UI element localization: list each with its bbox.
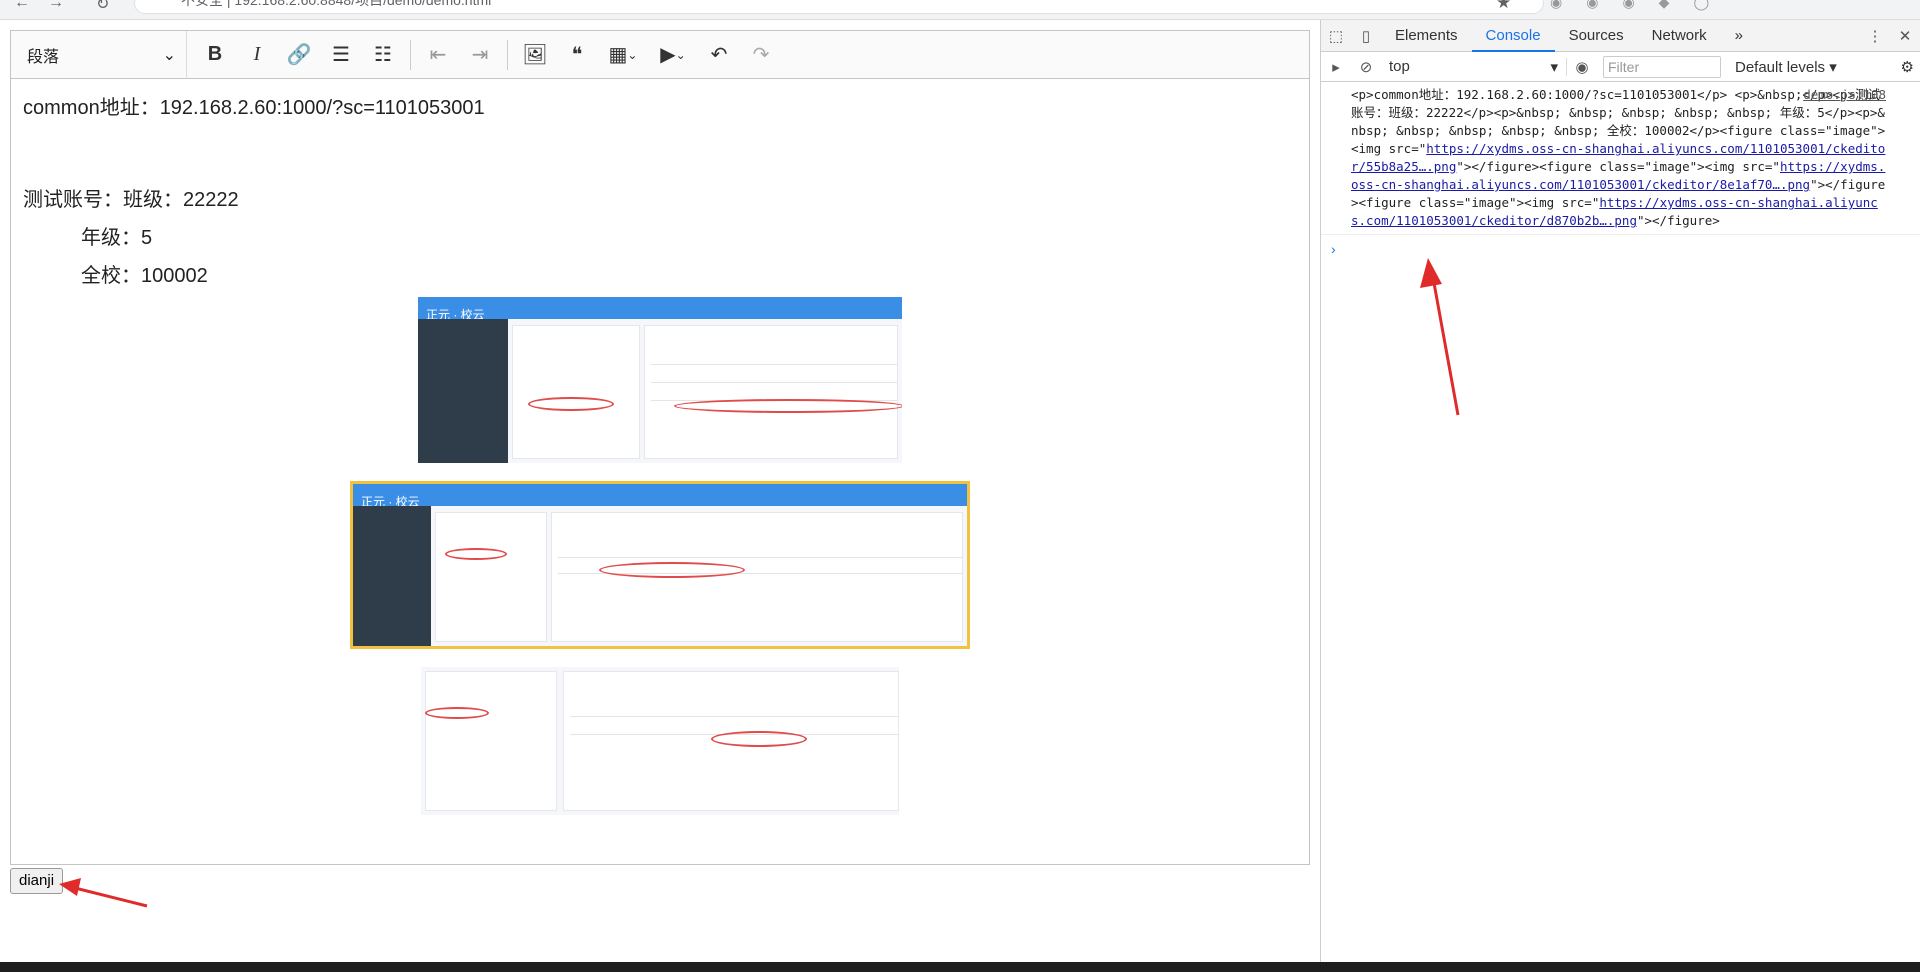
- outdent-button[interactable]: ⇤: [418, 35, 458, 75]
- console-filter-input[interactable]: Filter: [1603, 55, 1721, 78]
- annotation-oval: [425, 707, 489, 719]
- editor-content[interactable]: common地址：192.168.2.60:1000/?sc=110105300…: [11, 79, 1309, 829]
- dianji-button[interactable]: dianji: [10, 868, 64, 894]
- paragraph-school: 全校：100002: [81, 265, 208, 287]
- screenshot-table-panel: [551, 512, 963, 642]
- console-log-entry: demo.js:108 <p>common地址：192.168.2.60:100…: [1321, 82, 1920, 235]
- insert-table-button[interactable]: ▦ ⌄: [599, 35, 647, 75]
- media-icon: ▶: [660, 44, 676, 66]
- numbered-list-button[interactable]: ☷: [363, 35, 403, 75]
- settings-gear-icon[interactable]: ⚙: [1901, 58, 1914, 76]
- screenshot-table-panel: [644, 325, 898, 459]
- blockquote-button[interactable]: ❝: [557, 35, 597, 75]
- annotation-oval: [528, 397, 614, 411]
- log-text: "></figure>: [1636, 213, 1720, 228]
- link-button[interactable]: 🔗: [279, 35, 319, 75]
- rich-text-editor: 段落 ⌄ B I 🔗 ☰ ☷ ⇤ ⇥ 🖼 ❝ ▦ ⌄ ▶ ⌄ ↶ ↷ common地…: [10, 30, 1310, 865]
- os-taskbar: [0, 962, 1920, 972]
- indent-button[interactable]: ⇥: [460, 35, 500, 75]
- paragraph-grade: 年级：5: [81, 227, 153, 249]
- reload-icon[interactable]: ↻: [96, 0, 109, 14]
- figure-screenshot-3[interactable]: [421, 667, 899, 815]
- forward-icon[interactable]: →: [48, 0, 64, 12]
- screenshot-header: 正元 · 校云: [418, 297, 902, 322]
- empty-paragraph: [23, 139, 1297, 169]
- annotation-oval: [599, 562, 745, 578]
- chevron-down-icon: ⌄: [162, 46, 176, 64]
- kebab-menu-icon[interactable]: ⋮: [1860, 27, 1890, 45]
- context-label: top: [1389, 57, 1410, 75]
- clear-console-icon[interactable]: ⊘: [1351, 58, 1381, 76]
- toolbar-divider: [507, 39, 508, 70]
- profile-icon[interactable]: ◯: [1693, 0, 1709, 11]
- browser-toolbar: ← → ↻ 不安全 | 192.168.2.60:8848/项目/demo/de…: [0, 0, 1920, 20]
- table-icon: ▦: [608, 44, 628, 66]
- console-toolbar: ▸ ⊘ top ▾ ◉ Filter Default levels ▾ ⚙: [1321, 52, 1920, 82]
- extension-icon[interactable]: ◉: [1622, 0, 1634, 11]
- context-selector[interactable]: top ▾: [1381, 57, 1567, 76]
- redo-button[interactable]: ↷: [741, 35, 781, 75]
- screenshot-sidebar: [353, 506, 431, 646]
- tab-sources[interactable]: Sources: [1555, 20, 1638, 52]
- insert-image-button[interactable]: 🖼: [515, 35, 555, 75]
- extension-icon[interactable]: ◉: [1550, 0, 1562, 11]
- bulleted-list-button[interactable]: ☰: [321, 35, 361, 75]
- eye-icon[interactable]: ◉: [1567, 58, 1597, 76]
- log-source-link[interactable]: demo.js:108: [1803, 86, 1886, 104]
- screenshot-tree-panel: [512, 325, 640, 459]
- undo-button[interactable]: ↶: [699, 35, 739, 75]
- address-bar[interactable]: 不安全 | 192.168.2.60:8848/项目/demo/demo.htm…: [134, 0, 1544, 14]
- devtools-panel: ⬚ ▯ Elements Console Sources Network » ⋮…: [1320, 20, 1920, 972]
- inspect-element-icon[interactable]: ⬚: [1321, 27, 1351, 45]
- insert-media-button[interactable]: ▶ ⌄: [649, 35, 697, 75]
- bookmark-star-icon[interactable]: ★: [1496, 0, 1511, 13]
- paragraph-common-address: common地址：192.168.2.60:1000/?sc=110105300…: [23, 97, 485, 119]
- sidebar-toggle-icon[interactable]: ▸: [1321, 58, 1351, 76]
- annotation-oval: [711, 731, 807, 747]
- screenshot-tree-panel: [425, 671, 557, 811]
- paragraph-test-account: 测试账号：班级：22222: [23, 189, 239, 211]
- console-prompt[interactable]: ›: [1321, 235, 1920, 263]
- back-icon[interactable]: ←: [14, 0, 30, 12]
- screenshot-sidebar: [418, 319, 508, 463]
- extension-icons: ◉ ◉ ◉ ◆ ◯: [1550, 0, 1709, 11]
- extension-icon[interactable]: ◆: [1659, 0, 1670, 11]
- tab-elements[interactable]: Elements: [1381, 20, 1472, 52]
- italic-button[interactable]: I: [237, 35, 277, 75]
- annotation-arrow-button: [59, 878, 148, 908]
- toolbar-divider: [410, 39, 411, 70]
- log-levels-dropdown[interactable]: Default levels ▾: [1735, 58, 1837, 76]
- more-tabs-icon[interactable]: »: [1721, 20, 1757, 52]
- heading-label: 段落: [27, 48, 60, 66]
- annotation-oval: [445, 548, 507, 560]
- screenshot-header: 正元 · 校云: [353, 484, 967, 509]
- extension-icon[interactable]: ◉: [1586, 0, 1598, 11]
- device-toolbar-icon[interactable]: ▯: [1351, 27, 1381, 45]
- annotation-oval: [674, 399, 902, 413]
- tab-console[interactable]: Console: [1471, 20, 1555, 52]
- dropdown-arrow-icon: ▾: [1550, 58, 1558, 76]
- figure-screenshot-2[interactable]: 正元 · 校云: [350, 481, 970, 649]
- heading-dropdown[interactable]: 段落 ⌄: [11, 30, 187, 79]
- tab-network[interactable]: Network: [1638, 20, 1721, 52]
- figure-screenshot-1[interactable]: 正元 · 校云: [418, 297, 902, 463]
- bold-button[interactable]: B: [195, 35, 235, 75]
- devtools-tabbar: ⬚ ▯ Elements Console Sources Network » ⋮…: [1321, 20, 1920, 52]
- screenshot-tree-panel: [435, 512, 547, 642]
- close-icon[interactable]: ✕: [1890, 27, 1920, 45]
- log-text: "></figure><figure class="image"><img sr…: [1456, 159, 1780, 174]
- editor-toolbar: 段落 ⌄ B I 🔗 ☰ ☷ ⇤ ⇥ 🖼 ❝ ▦ ⌄ ▶ ⌄ ↶ ↷: [11, 30, 1309, 79]
